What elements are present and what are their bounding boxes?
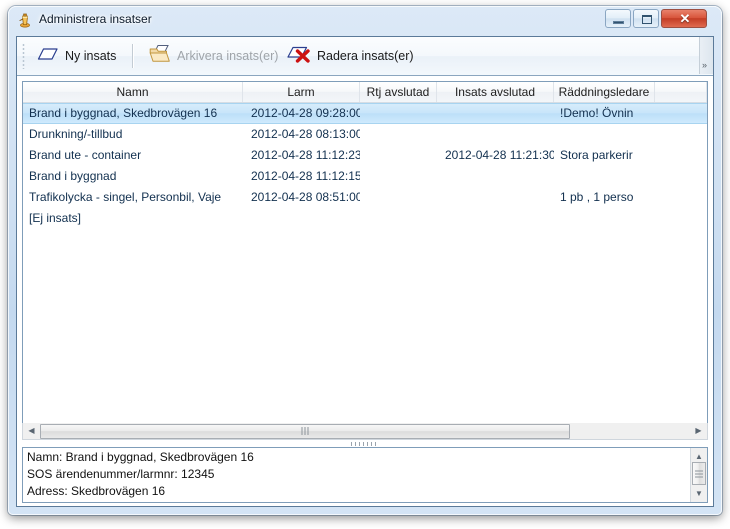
- delete-insats-label: Radera insats(er): [317, 49, 414, 63]
- scroll-left-button[interactable]: ◀: [23, 424, 40, 439]
- column-header-insats-avslutad[interactable]: Insats avslutad: [437, 82, 554, 102]
- close-icon: ✕: [679, 11, 691, 26]
- title-bar[interactable]: Administrera insatser ✕: [8, 6, 722, 36]
- toolbar-gripper[interactable]: [22, 43, 25, 69]
- cell-larm: 2012-04-28 11:12:15: [251, 169, 360, 183]
- cell-namn: Brand i byggnad, Skedbrovägen 16: [29, 106, 218, 120]
- maximize-button[interactable]: [633, 9, 659, 28]
- triangle-right-icon: ▶: [695, 426, 702, 435]
- archive-insats-label: Arkivera insats(er): [177, 49, 279, 63]
- insats-detail-pane[interactable]: Namn: Brand i byggnad, Skedbrovägen 16 S…: [22, 447, 708, 503]
- delete-parallelogram-x-icon: [287, 44, 311, 69]
- app-icon: [17, 12, 33, 28]
- cell-larm: 2012-04-28 08:51:00: [251, 190, 360, 204]
- cell-raddningsledare: 1 pb , 1 perso: [560, 190, 634, 204]
- cell-namn: Brand ute - container: [29, 148, 142, 162]
- horizontal-scroll-track[interactable]: [570, 424, 690, 439]
- column-header-larm[interactable]: Larm: [243, 82, 360, 102]
- application-window: Administrera insatser ✕ Ny insats Arkive…: [8, 6, 722, 515]
- new-parallelogram-icon: [37, 45, 59, 68]
- maximize-icon: [642, 15, 652, 24]
- column-header-rtj-avslutad[interactable]: Rtj avslutad: [360, 82, 437, 102]
- cell-namn: [Ej insats]: [29, 211, 82, 225]
- table-row[interactable]: Trafikolycka - singel, Personbil, Vaje 20…: [23, 187, 707, 208]
- splitter-grip-icon: [351, 442, 379, 446]
- list-rows: Brand i byggnad, Skedbrovägen 16 2012-04-…: [23, 103, 707, 428]
- scroll-right-button[interactable]: ▶: [690, 424, 707, 439]
- list-header-row: Namn Larm Rtj avslutad Insats avslutad Räddn…: [23, 82, 707, 103]
- cell-larm: 2012-04-28 11:12:23: [251, 148, 360, 162]
- cell-namn: Drunkning/-tillbud: [29, 127, 123, 141]
- toolbar-separator-1: [132, 44, 134, 68]
- insats-list[interactable]: Namn Larm Rtj avslutad Insats avslutad Räddn…: [22, 81, 708, 429]
- toolbar-overflow-button[interactable]: »: [699, 37, 713, 74]
- new-insats-label: Ny insats: [65, 49, 117, 63]
- cell-raddningsledare: Stora parkerir: [560, 148, 633, 162]
- horizontal-scroll-thumb[interactable]: [40, 423, 570, 439]
- table-row[interactable]: Brand ute - container 2012-04-28 11:12:23…: [23, 145, 707, 166]
- triangle-up-icon: ▲: [695, 451, 703, 461]
- column-header-blank[interactable]: [655, 82, 707, 102]
- horizontal-scrollbar[interactable]: ◀ ▶: [22, 423, 708, 440]
- triangle-left-icon: ◀: [28, 426, 35, 435]
- cell-larm: 2012-04-28 08:13:00: [251, 127, 360, 141]
- insats-detail-text: Namn: Brand i byggnad, Skedbrovägen 16 S…: [27, 450, 254, 502]
- column-header-r-ddningsledare[interactable]: Räddningsledare: [554, 82, 655, 102]
- minimize-icon: [613, 21, 624, 24]
- close-button[interactable]: ✕: [661, 9, 707, 28]
- resize-grip[interactable]: [697, 491, 710, 504]
- table-row[interactable]: Brand i byggnad, Skedbrovägen 16 2012-04-…: [23, 103, 707, 124]
- cell-namn: Brand i byggnad: [29, 169, 117, 183]
- cell-raddningsledare: !Demo! Övnin: [560, 106, 634, 120]
- chevron-double-right-icon: »: [702, 60, 708, 70]
- vertical-scroll-thumb[interactable]: [692, 462, 706, 485]
- table-row[interactable]: [Ej insats]: [23, 208, 707, 229]
- table-row[interactable]: Drunkning/-tillbud 2012-04-28 08:13:00: [23, 124, 707, 145]
- column-header-namn[interactable]: Namn: [23, 82, 243, 102]
- table-row[interactable]: Brand i byggnad 2012-04-28 11:12:15: [23, 166, 707, 187]
- cell-insats_avslutad: 2012-04-28 11:21:30: [445, 148, 554, 162]
- delete-insats-button[interactable]: Radera insats(er): [280, 40, 421, 72]
- cell-namn: Trafikolycka - singel, Personbil, Vaje: [29, 190, 222, 204]
- cell-larm: 2012-04-28 09:28:00: [251, 106, 360, 120]
- archive-folder-icon: [149, 44, 171, 69]
- minimize-button[interactable]: [605, 9, 631, 28]
- window-title: Administrera insatser: [39, 12, 152, 26]
- new-insats-button[interactable]: Ny insats: [30, 40, 123, 72]
- client-area: Ny insats Arkivera insats(er) Radera ins…: [16, 36, 714, 507]
- archive-insats-button[interactable]: Arkivera insats(er): [142, 40, 285, 72]
- scroll-thumb-grip-icon: [301, 427, 309, 435]
- scroll-thumb-grip-icon: [695, 470, 703, 477]
- toolbar: Ny insats Arkivera insats(er) Radera ins…: [17, 37, 713, 76]
